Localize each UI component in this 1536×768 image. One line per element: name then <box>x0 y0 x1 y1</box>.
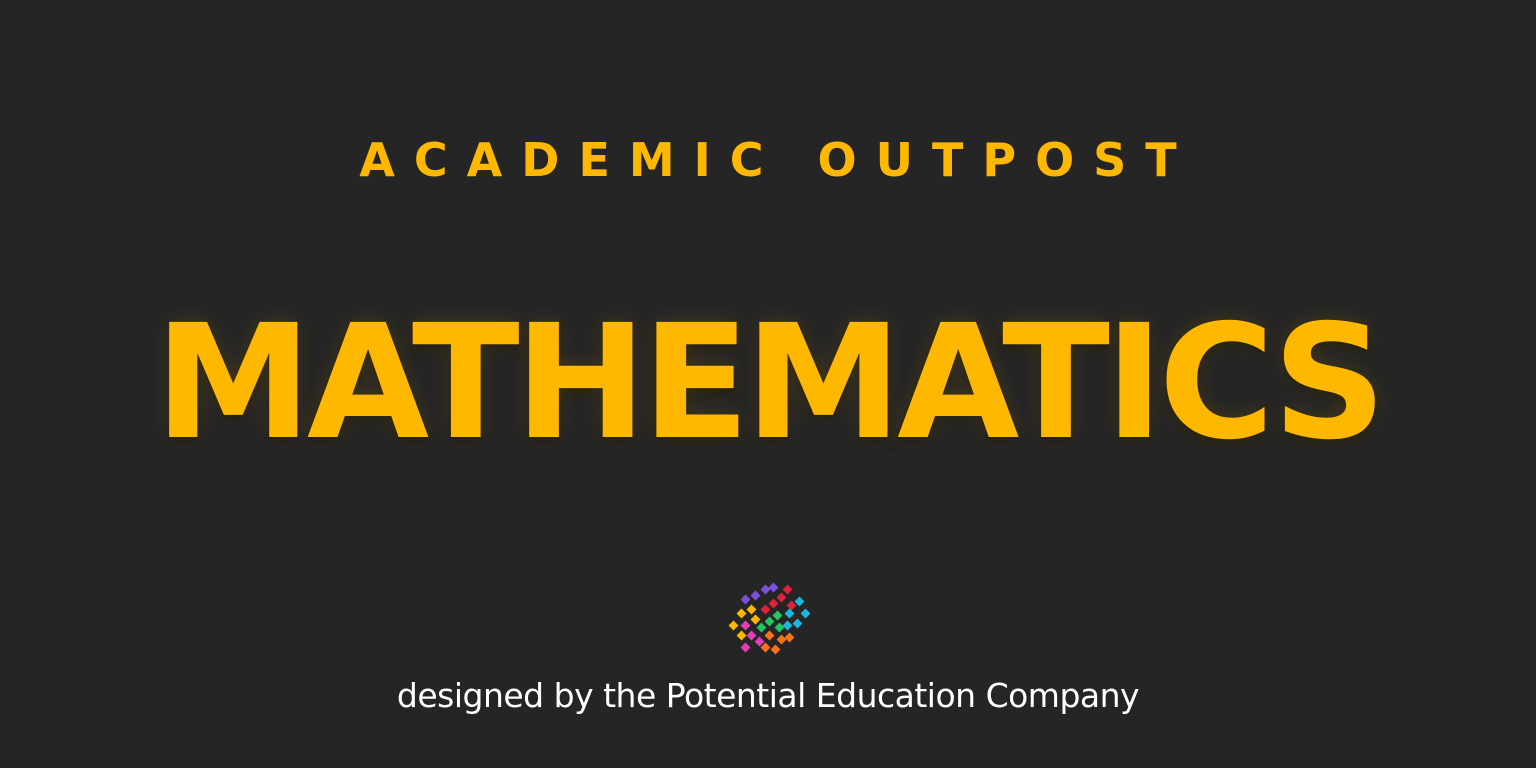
potential-education-logo-icon <box>728 582 810 655</box>
banner: ACADEMIC OUTPOST MATHEMATICS designed by… <box>0 0 1536 768</box>
credit-text: designed by the Potential Education Comp… <box>396 676 1140 715</box>
page-title: MATHEMATICS <box>154 291 1387 475</box>
brand-heading: ACADEMIC OUTPOST <box>359 133 1196 187</box>
